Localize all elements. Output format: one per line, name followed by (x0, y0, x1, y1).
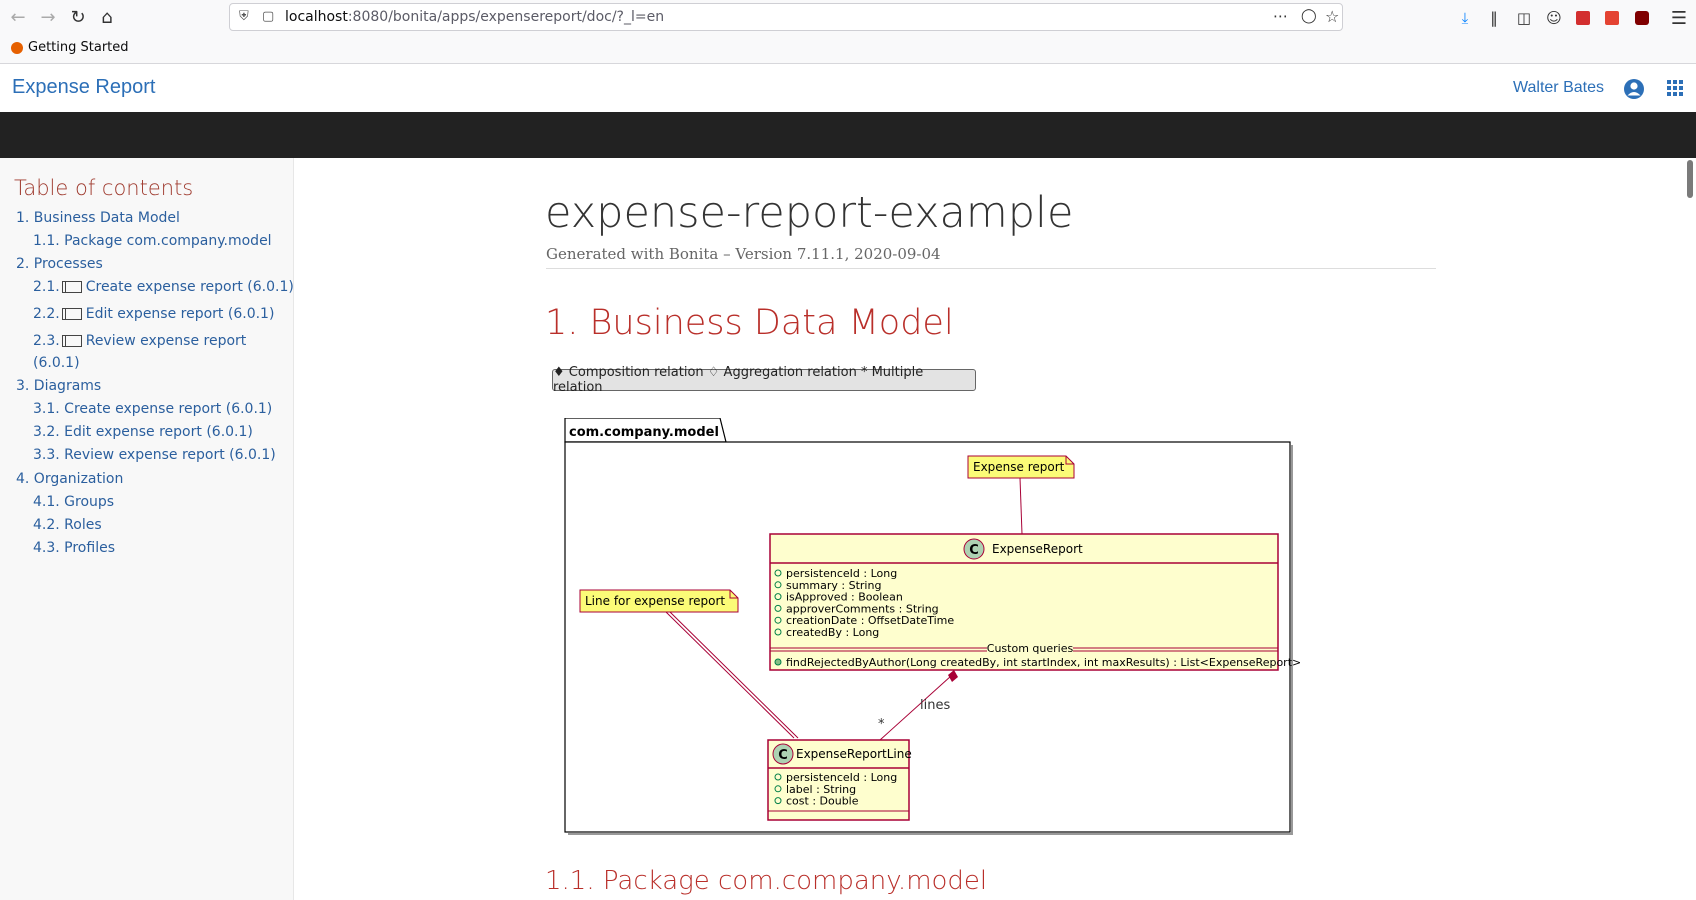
toc-item[interactable]: 4. Organization (16, 471, 123, 487)
url-bar[interactable]: ⛨ ▢ localhost:8080/bonita/apps/expensere… (229, 3, 1343, 31)
toc-item[interactable]: 2.3. Review expense report (33, 333, 246, 349)
toc-item-number: 2.2. (33, 306, 60, 322)
svg-text:C: C (969, 543, 979, 558)
more-icon[interactable]: ⋯ (1273, 7, 1288, 25)
home-icon[interactable]: ⌂ (95, 5, 119, 29)
toc-item[interactable]: 1. Business Data Model (16, 210, 180, 226)
process-icon (61, 308, 82, 320)
toc-item[interactable]: 3.2. Edit expense report (6.0.1) (33, 424, 253, 440)
menu-icon[interactable]: ☰ (1669, 8, 1689, 29)
toc-title: Table of contents (14, 176, 194, 200)
relation-legend: ♦ Composition relation ♢ Aggregation rel… (552, 365, 976, 395)
account-icon[interactable]: ☺ (1544, 8, 1564, 28)
query-visibility-icon (774, 658, 782, 666)
app-title[interactable]: Expense Report (12, 76, 155, 99)
class-attribute: cost : Double (786, 795, 859, 808)
toc-item[interactable]: 2.1. Create expense report (6.0.1) (33, 279, 294, 295)
bookmark-star-icon[interactable]: ☆ (1325, 7, 1339, 26)
toc-sidebar: Table of contents 1. Business Data Model… (0, 158, 294, 900)
svg-text:C: C (778, 748, 788, 763)
download-icon[interactable]: ⤓ (1455, 8, 1475, 28)
class-expense-report-name: ExpenseReport (992, 542, 1083, 556)
package-label: com.company.model (569, 425, 719, 440)
extension-pdf-icon[interactable] (1573, 8, 1593, 28)
process-icon (61, 281, 82, 293)
app-header: Expense Report Walter Bates (0, 64, 1696, 113)
apps-grid-icon[interactable] (1667, 80, 1683, 96)
toc-item[interactable]: 2. Processes (16, 256, 103, 272)
toc-item[interactable]: 4.3. Profiles (33, 540, 115, 556)
toc-item[interactable]: 1.1. Package com.company.model (33, 233, 272, 249)
custom-query: findRejectedByAuthor(Long createdBy, int… (786, 656, 1300, 669)
custom-queries-label: Custom queries (987, 642, 1074, 655)
forward-icon[interactable]: → (36, 5, 60, 29)
doc-subtitle: Generated with Bonita – Version 7.11.1, … (546, 245, 941, 263)
user-name[interactable]: Walter Bates (1513, 79, 1604, 97)
pocket-icon[interactable]: ◯ (1301, 8, 1317, 24)
toc-item[interactable]: 3.3. Review expense report (6.0.1) (33, 447, 276, 463)
note-expense-report-text: Expense report (973, 460, 1065, 474)
section-heading: 1.1. Package com.company.model (545, 866, 988, 896)
toc-item-label: Review expense report (85, 333, 247, 349)
multiplicity-label: * (878, 717, 885, 732)
bookmark-getting-started[interactable]: Getting Started (11, 40, 129, 55)
divider (546, 268, 1436, 269)
shield-icon[interactable]: ⛨ (239, 9, 249, 24)
bookmark-label: Getting Started (28, 40, 129, 55)
class-expense-report-line-name: ExpenseReportLine (796, 747, 912, 761)
library-icon[interactable]: ‖ (1484, 8, 1504, 28)
toc-item-label: Edit expense report (6.0.1) (85, 306, 275, 322)
doc-title: expense-report-example (545, 188, 1074, 238)
extension-todoist-icon[interactable] (1602, 8, 1622, 28)
firefox-icon (11, 41, 23, 54)
page-scrollbar[interactable] (1687, 160, 1693, 198)
class-attribute: createdBy : Long (786, 626, 879, 639)
extension-ublock-icon[interactable] (1632, 8, 1652, 28)
class-diagram: com.company.model Expense report Line fo… (564, 418, 1300, 835)
back-icon[interactable]: ← (6, 5, 30, 29)
sidebar-icon[interactable]: ◫ (1514, 8, 1534, 28)
toc-item[interactable]: 3.1. Create expense report (6.0.1) (33, 401, 272, 417)
toc-item-number: 2.1. (33, 279, 60, 295)
toc-item[interactable]: 4.1. Groups (33, 494, 114, 510)
nav-bar (0, 112, 1696, 158)
toc-item[interactable]: 3. Diagrams (16, 378, 101, 394)
browser-chrome: ← → ↻ ⌂ ⛨ ▢ localhost:8080/bonita/apps/e… (0, 0, 1696, 64)
toc-item-label: Create expense report (6.0.1) (85, 279, 294, 295)
page-icon: ▢ (262, 9, 275, 24)
note-line-text: Line for expense report (585, 594, 725, 608)
toc-item-continuation[interactable]: (6.0.1) (33, 355, 80, 371)
toc-item[interactable]: 4.2. Roles (33, 517, 102, 533)
relation-label: lines (920, 698, 950, 713)
toc-item-number: 2.3. (33, 333, 60, 349)
user-avatar-icon[interactable] (1623, 78, 1645, 100)
section-heading: 1. Business Data Model (545, 303, 954, 343)
toc-item[interactable]: 2.2. Edit expense report (6.0.1) (33, 306, 274, 322)
url-text: localhost:8080/bonita/apps/expensereport… (285, 9, 665, 25)
reload-icon[interactable]: ↻ (66, 5, 90, 29)
process-icon (61, 335, 82, 347)
